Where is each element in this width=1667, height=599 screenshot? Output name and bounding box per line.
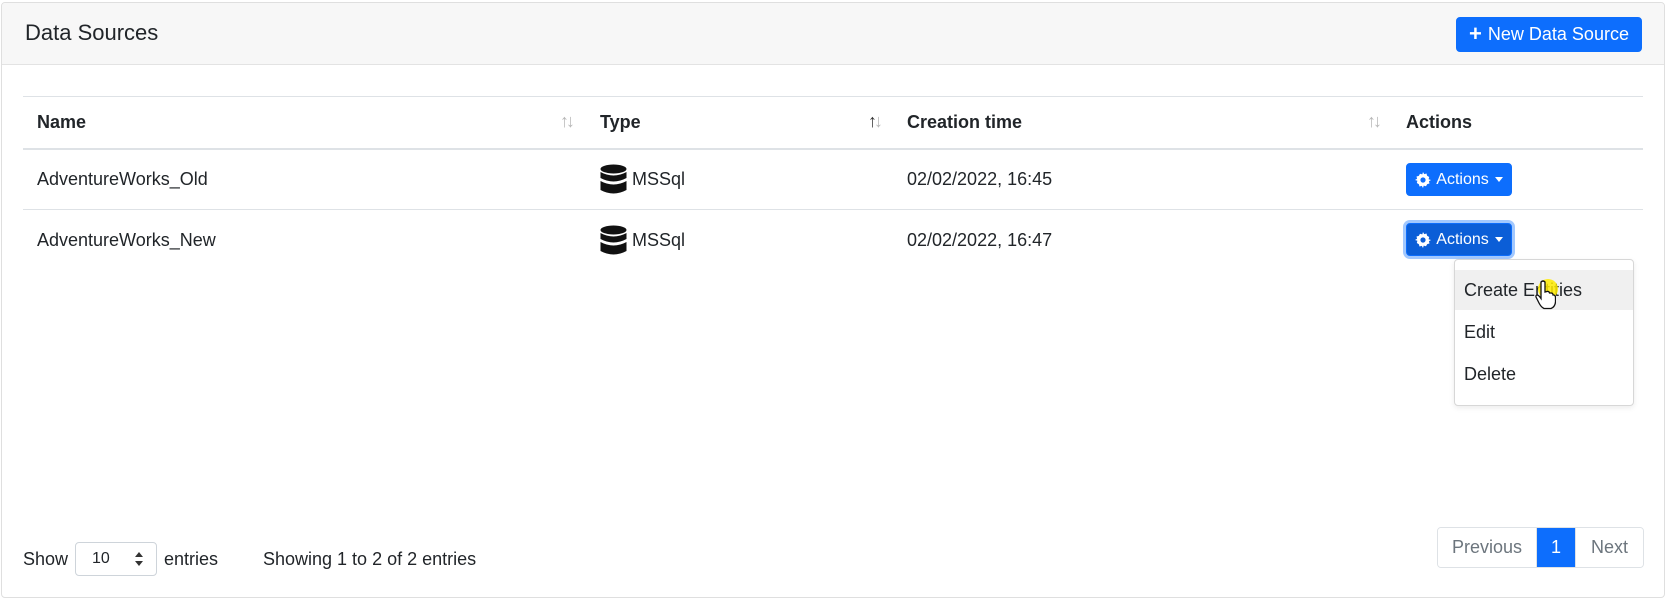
table-header: Name ↑↓ Type ↑↓ Creation time ↑↓ Actions (23, 96, 1643, 150)
database-icon (600, 164, 627, 194)
pagination-previous[interactable]: Previous (1438, 528, 1537, 567)
table-row: AdventureWorks_New MSSql 02/02/2022, 16:… (23, 210, 1643, 270)
pagination-next[interactable]: Next (1575, 528, 1643, 567)
gear-icon (1415, 171, 1432, 188)
cell-creation-time: 02/02/2022, 16:47 (907, 229, 1053, 250)
column-header-actions: Actions (1406, 112, 1473, 132)
select-arrows-icon (135, 552, 144, 566)
type-label: MSSql (632, 229, 686, 250)
caret-down-icon (1494, 237, 1503, 242)
page-length-value: 10 (92, 550, 110, 567)
sort-asc-icon[interactable]: ↑↓ (868, 111, 883, 132)
cell-type: MSSql (600, 150, 685, 209)
cell-name: AdventureWorks_Old (37, 169, 208, 189)
gear-icon (1415, 231, 1432, 248)
sort-both-icon[interactable]: ↑↓ (560, 111, 575, 132)
type-label: MSSql (632, 169, 686, 189)
pagination: Previous 1 Next (1437, 527, 1644, 568)
card-header: Data Sources + New Data Source (2, 3, 1664, 65)
data-sources-card: Data Sources + New Data Source (1, 2, 1665, 598)
table-row: AdventureWorks_Old MSSql 02/02/2022, 16:… (23, 150, 1643, 210)
page-length-select[interactable]: 10 (75, 542, 158, 576)
menu-item-edit[interactable]: Edit (1455, 312, 1633, 352)
actions-label: Actions (1436, 170, 1489, 188)
plus-icon: + (1469, 20, 1482, 46)
column-header-name[interactable]: Name (37, 97, 86, 148)
cell-type: MSSql (600, 210, 685, 270)
table-info: Showing 1 to 2 of 2 entries (263, 548, 477, 569)
menu-item-delete[interactable]: Delete (1455, 354, 1633, 394)
sort-both-icon[interactable]: ↑↓ (1367, 111, 1382, 132)
cell-creation-time: 02/02/2022, 16:45 (907, 169, 1053, 189)
page-length-control: Show 10 entries (23, 542, 219, 576)
show-label: Show (23, 548, 69, 569)
page-title: Data Sources (25, 20, 159, 45)
new-data-source-button[interactable]: + New Data Source (1456, 17, 1642, 52)
new-data-source-label: New Data Source (1487, 24, 1629, 44)
caret-down-icon (1494, 177, 1503, 182)
column-header-creation-time[interactable]: Creation time (907, 97, 1022, 148)
database-icon (600, 225, 627, 254)
hand-cursor-icon (1535, 280, 1556, 310)
actions-button[interactable]: Actions (1406, 223, 1512, 256)
data-sources-table: Name ↑↓ Type ↑↓ Creation time ↑↓ Actions… (23, 96, 1643, 270)
actions-button[interactable]: Actions (1406, 163, 1512, 196)
cell-name: AdventureWorks_New (37, 229, 216, 250)
entries-label: entries (164, 548, 219, 569)
column-header-type[interactable]: Type (600, 97, 641, 148)
actions-label: Actions (1436, 230, 1489, 248)
pagination-page-1[interactable]: 1 (1537, 528, 1575, 567)
